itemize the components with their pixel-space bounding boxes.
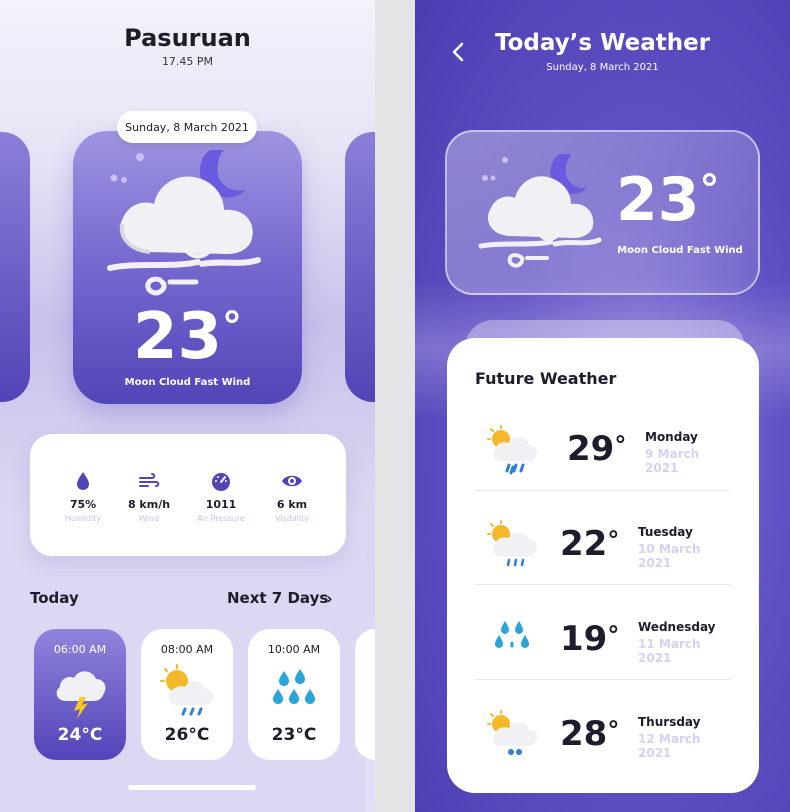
sun-rain-cloud-icon — [487, 710, 537, 755]
sun-rain-cloud-icon — [487, 520, 537, 567]
stat-humidity: 75% Humidity — [48, 470, 118, 523]
todays-weather-screen: Today’s Weather Sunday, 8 March 2021 23°… — [415, 0, 790, 812]
hour-time: 08:00 AM — [160, 643, 214, 656]
hour-time: 06:00 AM — [53, 643, 107, 656]
chevron-right-icon[interactable]: › — [326, 589, 333, 608]
stat-value: 6 km — [276, 498, 308, 511]
moon-cloud-wind-icon — [478, 154, 602, 268]
rain-drops-icon — [495, 621, 529, 648]
degree-symbol: ° — [699, 167, 720, 213]
current-temperature: 23° — [73, 300, 302, 374]
forecast-date: 12 March 2021 — [638, 732, 701, 760]
forecast-row[interactable]: 28° Thursday 12 March 2021 — [475, 708, 730, 803]
stat-value: 8 km/h — [127, 498, 171, 511]
stat-value: 1011 — [205, 498, 237, 511]
temp-value: 19 — [560, 619, 608, 659]
hourly-card[interactable]: 08:00 AM 26°C — [141, 629, 233, 760]
temp-value: 23 — [132, 300, 223, 374]
moon-cloud-wind-icon — [107, 150, 261, 296]
city-name: Pasuruan — [124, 24, 251, 52]
drop-icon — [77, 472, 89, 490]
page-date: Sunday, 8 March 2021 — [546, 62, 659, 73]
temp-value: 29 — [567, 429, 615, 469]
forecast-temp: 22° — [560, 524, 619, 564]
forecast-day: Thursday — [638, 715, 701, 729]
sun-rain-cloud-icon — [487, 425, 537, 475]
temp-value: 22 — [560, 524, 608, 564]
sun-rain-cloud-icon — [160, 664, 213, 716]
divider — [475, 679, 730, 680]
stat-label: Air Pressure — [197, 514, 245, 523]
hourly-card[interactable]: 06:00 AM 24°C — [34, 629, 126, 760]
forecast-day: Wednesday — [638, 620, 716, 634]
storm-cloud-icon — [56, 671, 106, 719]
forecast-day: Tuesday — [638, 525, 693, 539]
divider — [475, 584, 730, 585]
hour-temp: 24°C — [57, 725, 103, 745]
forecast-day: Monday — [645, 430, 698, 444]
temp-value: 28 — [560, 714, 608, 754]
stat-label: Humidity — [64, 514, 102, 523]
degree-symbol: ° — [607, 526, 620, 554]
stat-visibility: 6 km Visibility — [257, 470, 327, 523]
rain-drops-icon — [273, 669, 315, 704]
date-pill: Sunday, 8 March 2021 — [117, 111, 257, 143]
stat-label: Visibility — [275, 514, 309, 523]
weather-condition: Moon Cloud Fast Wind — [617, 245, 743, 256]
forecast-temp: 29° — [567, 429, 626, 469]
temp-value: 23 — [616, 165, 700, 235]
home-indicator — [128, 785, 256, 790]
hourly-card[interactable]: 10:00 AM 23°C — [248, 629, 340, 760]
eye-icon — [282, 475, 302, 487]
wind-icon — [139, 473, 160, 487]
gauge-icon — [212, 473, 230, 491]
stat-label: Wind — [138, 514, 160, 523]
forecast-temp: 28° — [560, 714, 619, 754]
stat-air-pressure: 1011 Air Pressure — [186, 470, 256, 523]
today-tab[interactable]: Today — [30, 589, 79, 607]
home-screen: Pasuruan 17.45 PM Sunday, 8 March 2021 2… — [0, 0, 375, 812]
hourly-card-partial[interactable] — [355, 629, 375, 760]
next-weather-card[interactable] — [345, 132, 375, 402]
degree-symbol: ° — [222, 304, 243, 350]
divider — [475, 490, 730, 491]
forecast-row[interactable]: 19° Wednesday 11 March 2021 — [475, 613, 730, 708]
degree-symbol: ° — [607, 621, 620, 649]
forecast-date: 9 March 2021 — [645, 447, 700, 475]
stat-wind: 8 km/h Wind — [114, 470, 184, 523]
degree-symbol: ° — [607, 716, 620, 744]
next-7-days-link[interactable]: Next 7 Days — [227, 589, 328, 607]
future-weather-title: Future Weather — [475, 369, 617, 388]
forecast-date: 11 March 2021 — [638, 637, 701, 665]
current-temperature: 23° — [616, 165, 746, 235]
degree-symbol: ° — [614, 431, 627, 459]
hour-temp: 26°C — [164, 725, 210, 745]
forecast-temp: 19° — [560, 619, 619, 659]
weather-condition: Moon Cloud Fast Wind — [124, 377, 251, 388]
forecast-date: 10 March 2021 — [638, 542, 701, 570]
current-time: 17.45 PM — [161, 55, 214, 68]
forecast-row[interactable]: 29° Monday 9 March 2021 — [475, 423, 730, 518]
hour-time: 10:00 AM — [267, 643, 321, 656]
prev-weather-card[interactable] — [0, 132, 30, 402]
stat-value: 75% — [69, 498, 97, 511]
forecast-row[interactable]: 22° Tuesday 10 March 2021 — [475, 518, 730, 613]
page-title: Today’s Weather — [494, 30, 711, 56]
hour-temp: 23°C — [271, 725, 317, 745]
